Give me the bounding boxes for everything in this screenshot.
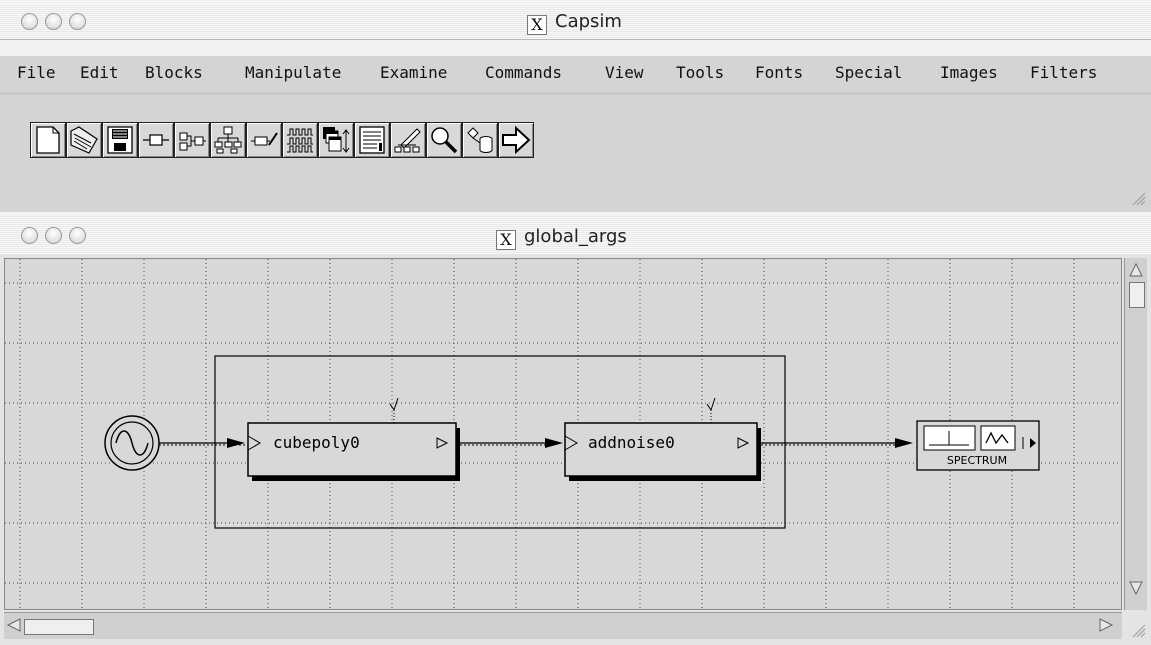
horizontal-scroll-thumb[interactable] bbox=[24, 619, 94, 635]
menu-images[interactable]: Images bbox=[940, 63, 998, 82]
scroll-left-icon[interactable] bbox=[6, 617, 22, 633]
edit-tree-button[interactable] bbox=[390, 122, 426, 158]
save-icon bbox=[107, 126, 133, 154]
window-stack-icon bbox=[323, 127, 350, 153]
sine-source-block[interactable] bbox=[104, 415, 160, 471]
window-title-text: global_args bbox=[524, 226, 627, 247]
menu-blocks[interactable]: Blocks bbox=[145, 63, 203, 82]
addnoise-label: addnoise0 bbox=[588, 433, 675, 452]
horizontal-scrollbar[interactable] bbox=[4, 612, 1122, 639]
connect-blocks-button[interactable] bbox=[174, 122, 210, 158]
magnifier-icon bbox=[431, 127, 458, 154]
list-text-button[interactable] bbox=[354, 122, 390, 158]
edit-block-icon bbox=[251, 132, 278, 146]
hierarchy-icon bbox=[214, 126, 242, 154]
menu-manipulate[interactable]: Manipulate bbox=[245, 63, 341, 82]
vertical-scroll-thumb[interactable] bbox=[1129, 282, 1145, 308]
capsim-titlebar[interactable]: X Capsim bbox=[0, 4, 1151, 40]
menu-examine[interactable]: Examine bbox=[380, 63, 447, 82]
new-file-icon bbox=[36, 126, 60, 154]
connect-blocks-icon bbox=[179, 132, 206, 151]
window-title-text: Capsim bbox=[555, 11, 622, 32]
close-window-button[interactable] bbox=[21, 13, 38, 30]
list-text-icon bbox=[359, 126, 385, 154]
spectrum-label: SPECTRUM bbox=[947, 454, 1007, 467]
cubepoly-label: cubepoly0 bbox=[273, 433, 360, 452]
database-icon bbox=[467, 127, 493, 153]
resize-grip-icon[interactable] bbox=[1128, 620, 1146, 638]
block-diagram: cubepoly0 addnoise0 SPECTRUM bbox=[5, 259, 1121, 609]
open-folder-icon bbox=[70, 126, 98, 154]
menu-filters[interactable]: Filters bbox=[1030, 63, 1097, 82]
hierarchy-button[interactable] bbox=[210, 122, 246, 158]
waveform-icon bbox=[287, 128, 313, 153]
block-button[interactable] bbox=[138, 122, 174, 158]
magnifier-button[interactable] bbox=[426, 122, 462, 158]
close-window-button[interactable] bbox=[21, 227, 38, 244]
new-file-button[interactable] bbox=[30, 122, 66, 158]
block-icon bbox=[143, 134, 169, 146]
zoom-window-button[interactable] bbox=[69, 227, 86, 244]
menu-fonts[interactable]: Fonts bbox=[755, 63, 803, 82]
open-button[interactable] bbox=[66, 122, 102, 158]
global-args-titlebar[interactable]: Xglobal_args bbox=[0, 216, 1151, 255]
edit-block-button[interactable] bbox=[246, 122, 282, 158]
scroll-right-icon[interactable] bbox=[1098, 617, 1114, 633]
scroll-down-icon[interactable] bbox=[1128, 580, 1144, 596]
x11-icon: X bbox=[496, 230, 516, 250]
menu-edit[interactable]: Edit bbox=[80, 63, 119, 82]
arrow-right-icon bbox=[502, 125, 531, 155]
window-stack-button[interactable] bbox=[318, 122, 354, 158]
diagram-canvas[interactable]: cubepoly0 addnoise0 SPECTRUM bbox=[4, 258, 1122, 610]
menu-special[interactable]: Special bbox=[835, 63, 902, 82]
minimize-window-button[interactable] bbox=[45, 13, 62, 30]
scroll-up-icon[interactable] bbox=[1128, 262, 1144, 278]
menu-view[interactable]: View bbox=[605, 63, 644, 82]
save-button[interactable] bbox=[102, 122, 138, 158]
menu-bar: File Edit Blocks Manipulate Examine Comm… bbox=[0, 56, 1151, 92]
run-button[interactable] bbox=[498, 122, 534, 158]
menu-commands[interactable]: Commands bbox=[485, 63, 562, 82]
menu-tools[interactable]: Tools bbox=[676, 63, 724, 82]
waveform-button[interactable] bbox=[282, 122, 318, 158]
window-title: Xglobal_args bbox=[496, 216, 627, 254]
toolbar bbox=[0, 92, 1151, 212]
database-button[interactable] bbox=[462, 122, 498, 158]
zoom-window-button[interactable] bbox=[69, 13, 86, 30]
window-title: X Capsim bbox=[527, 4, 622, 39]
x11-icon: X bbox=[527, 15, 547, 35]
menu-file[interactable]: File bbox=[17, 63, 56, 82]
resize-grip-icon[interactable] bbox=[1128, 188, 1146, 206]
vertical-scrollbar[interactable] bbox=[1124, 258, 1147, 610]
edit-tree-icon bbox=[394, 128, 421, 153]
minimize-window-button[interactable] bbox=[45, 227, 62, 244]
